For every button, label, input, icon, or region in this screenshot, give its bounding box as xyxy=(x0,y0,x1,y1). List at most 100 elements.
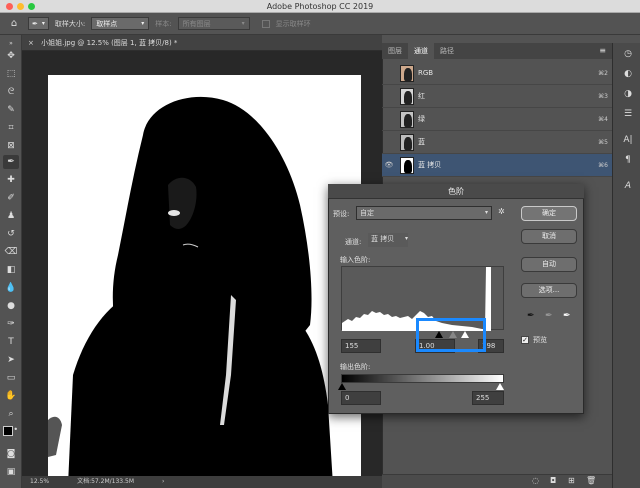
zoom-level[interactable]: 12.5% xyxy=(30,476,49,488)
document-size: 文档:57.2M/133.5M xyxy=(77,478,134,485)
input-black-field[interactable]: 155 xyxy=(341,339,381,353)
image-canvas[interactable] xyxy=(48,75,361,485)
channel-thumbnail xyxy=(400,87,414,105)
tools-panel: » ✥ ⬚ ᘓ ✎ ⌗ ⊠ ✒ ✚ ✐ ♟ ↺ ⌫ ◧ 💧 ● ✑ T ➤ ▭ … xyxy=(0,35,22,488)
channel-label: 通道: xyxy=(345,238,362,246)
eye-icon[interactable]: 👁 xyxy=(382,161,396,169)
channel-row-blue-copy[interactable]: 👁 蓝 拷贝 ⌘6 xyxy=(382,154,612,177)
preview-checkbox-row[interactable]: ✓ 预览 xyxy=(521,335,547,345)
brush-tool-icon[interactable]: ✐ xyxy=(3,191,19,205)
panel-menu-icon[interactable]: ≡ xyxy=(599,43,612,59)
properties-icon[interactable]: ☰ xyxy=(620,107,636,121)
auto-button[interactable]: 自动 xyxy=(521,257,577,272)
channel-dropdown[interactable]: 蓝 拷贝 ▾ xyxy=(368,233,408,247)
tab-channels[interactable]: 通道 xyxy=(408,43,434,59)
cancel-button[interactable]: 取消 xyxy=(521,229,577,244)
black-eyedropper-icon[interactable]: ✒ xyxy=(527,311,535,321)
gradient-tool-icon[interactable]: ◧ xyxy=(3,263,19,277)
chevron-right-icon[interactable]: › xyxy=(162,476,164,488)
preview-checkbox[interactable]: ✓ xyxy=(521,336,529,344)
output-slider-track[interactable] xyxy=(338,383,504,390)
trash-icon[interactable]: 🗑 xyxy=(586,476,596,485)
channel-row-red[interactable]: 红 ⌘3 xyxy=(382,85,612,108)
sample-size-dropdown[interactable]: 取样点 ▾ xyxy=(91,17,150,30)
output-white-slider[interactable] xyxy=(496,383,504,390)
levels-dialog-title: 色阶 xyxy=(328,184,584,199)
tab-paths[interactable]: 路径 xyxy=(434,43,460,59)
white-eyedropper-icon[interactable]: ✒ xyxy=(563,311,571,321)
save-selection-icon[interactable]: ◘ xyxy=(550,476,556,485)
channel-name: 绿 xyxy=(418,115,425,123)
channel-row-rgb[interactable]: RGB ⌘2 xyxy=(382,62,612,85)
show-ring-checkbox[interactable] xyxy=(261,19,270,28)
sample-dropdown[interactable]: 所有图层 ▾ xyxy=(177,17,250,30)
preset-options-icon[interactable]: ✲ xyxy=(498,207,505,216)
glyphs-icon[interactable]: A xyxy=(620,179,636,193)
gray-eyedropper-icon[interactable]: ✒ xyxy=(545,311,553,321)
history-icon[interactable]: ◷ xyxy=(620,47,636,61)
channel-name: 蓝 xyxy=(418,138,425,146)
zoom-window-button[interactable] xyxy=(28,3,35,10)
channel-row-blue[interactable]: 蓝 ⌘5 xyxy=(382,131,612,154)
color-wheel-icon[interactable]: ◐ xyxy=(620,67,636,81)
new-channel-icon[interactable]: ⊞ xyxy=(568,476,575,485)
ok-button[interactable]: 确定 xyxy=(521,206,577,221)
channel-thumbnail xyxy=(400,64,414,82)
adjustments-icon[interactable]: ◑ xyxy=(620,87,636,101)
panel-footer: ◌ ◘ ⊞ 🗑 xyxy=(382,474,612,488)
channel-shortcut: ⌘3 xyxy=(598,92,608,100)
sample-label: 样本: xyxy=(155,19,172,28)
screen-mode-icon[interactable]: ▣ xyxy=(3,465,19,479)
document-tab[interactable]: × 小姐姐.jpg @ 12.5% (图层 1, 蓝 拷贝/8) * xyxy=(22,35,382,51)
pen-tool-icon[interactable]: ✑ xyxy=(3,317,19,331)
move-tool-icon[interactable]: ✥ xyxy=(3,49,19,63)
minimize-window-button[interactable] xyxy=(17,3,24,10)
home-icon[interactable]: ⌂ xyxy=(6,18,22,29)
channel-shortcut: ⌘2 xyxy=(598,69,608,77)
dodge-tool-icon[interactable]: ● xyxy=(3,299,19,313)
load-selection-icon[interactable]: ◌ xyxy=(532,476,539,485)
tab-layers[interactable]: 图层 xyxy=(382,43,408,59)
type-tool-icon[interactable]: T xyxy=(3,335,19,349)
rectangle-tool-icon[interactable]: ▭ xyxy=(3,371,19,385)
eraser-tool-icon[interactable]: ⌫ xyxy=(3,245,19,259)
channel-thumbnail xyxy=(400,110,414,128)
eyedropper-tool-preset[interactable]: ✒ ▾ xyxy=(28,17,49,30)
blur-tool-icon[interactable]: 💧 xyxy=(3,281,19,295)
crop-tool-icon[interactable]: ⌗ xyxy=(3,121,19,135)
channel-name: RGB xyxy=(418,69,434,77)
quick-mask-icon[interactable]: ◙ xyxy=(3,447,19,461)
quick-select-tool-icon[interactable]: ✎ xyxy=(3,103,19,117)
chevron-down-icon: ▾ xyxy=(241,19,245,27)
history-brush-icon[interactable]: ↺ xyxy=(3,227,19,241)
path-select-icon[interactable]: ➤ xyxy=(3,353,19,367)
close-window-button[interactable] xyxy=(6,3,13,10)
paragraph-icon[interactable]: ¶ xyxy=(620,153,636,167)
preset-dropdown[interactable]: 自定 ▾ xyxy=(356,206,492,220)
hand-tool-icon[interactable]: ✋ xyxy=(3,389,19,403)
close-icon[interactable]: × xyxy=(28,39,34,47)
channel-name: 蓝 拷贝 xyxy=(418,161,442,169)
sample-size-value: 取样点 xyxy=(96,19,118,28)
lasso-tool-icon[interactable]: ᘓ xyxy=(3,85,19,99)
input-levels-label: 输入色阶: xyxy=(340,256,371,264)
options-button[interactable]: 选项... xyxy=(521,283,577,298)
output-black-slider[interactable] xyxy=(338,383,346,390)
foreground-color[interactable] xyxy=(3,426,13,436)
clone-stamp-icon[interactable]: ♟ xyxy=(3,209,19,223)
output-black-value: 0 xyxy=(345,394,350,402)
eyedropper-tool-icon[interactable]: ✒ xyxy=(3,155,19,169)
healing-brush-icon[interactable]: ✚ xyxy=(3,173,19,187)
chevron-down-icon: ▾ xyxy=(141,19,145,27)
channel-value: 蓝 拷贝 xyxy=(371,235,395,243)
output-black-field[interactable]: 0 xyxy=(341,391,381,405)
channel-thumbnail xyxy=(400,156,414,174)
sample-value: 所有图层 xyxy=(182,19,211,28)
document-title: 小姐姐.jpg @ 12.5% (图层 1, 蓝 拷贝/8) * xyxy=(41,39,178,47)
output-white-field[interactable]: 255 xyxy=(472,391,504,405)
frame-tool-icon[interactable]: ⊠ xyxy=(3,139,19,153)
channel-row-green[interactable]: 绿 ⌘4 xyxy=(382,108,612,131)
zoom-tool-icon[interactable]: ⌕ xyxy=(3,407,19,421)
marquee-tool-icon[interactable]: ⬚ xyxy=(3,67,19,81)
character-icon[interactable]: A| xyxy=(620,133,636,147)
